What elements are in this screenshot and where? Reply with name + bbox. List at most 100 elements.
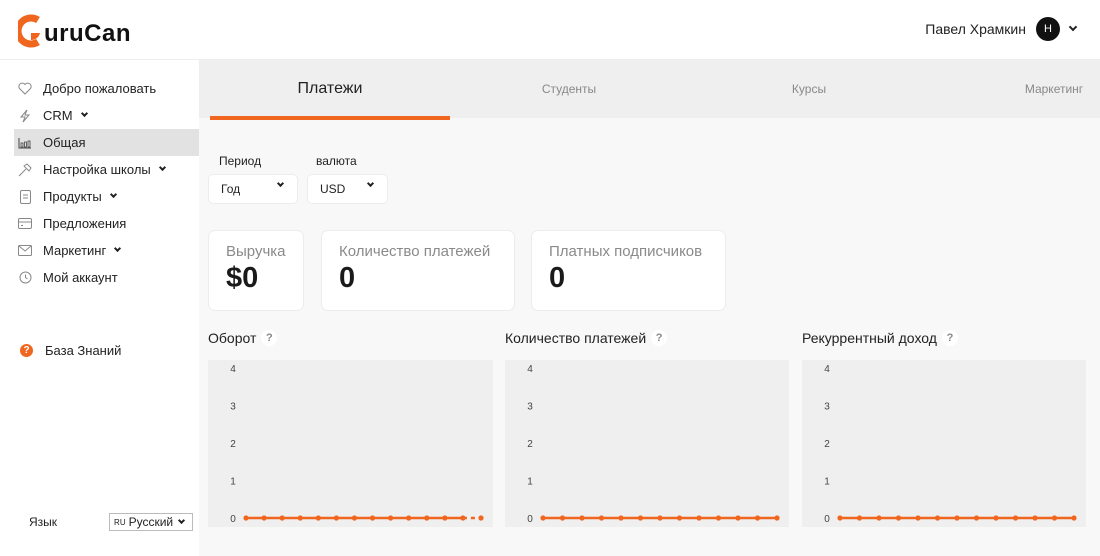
data-point[interactable] (442, 515, 448, 521)
chevron-down-icon (80, 109, 88, 118)
data-point[interactable] (954, 515, 960, 521)
data-point[interactable] (754, 515, 761, 521)
data-point[interactable] (243, 515, 249, 521)
help-circle-icon: ? (20, 344, 33, 357)
heart-icon (18, 82, 32, 96)
data-point[interactable] (540, 515, 546, 521)
data-point[interactable] (279, 515, 285, 521)
sidebar-item-general[interactable]: Общая (14, 129, 199, 156)
sidebar-item-label: CRM (43, 108, 73, 123)
chart-title-text: Оборот (208, 330, 257, 346)
language-select[interactable]: RU Русский (109, 513, 194, 531)
data-point[interactable] (774, 515, 780, 521)
data-point[interactable] (351, 515, 358, 521)
sidebar-item-label: Мой аккаунт (43, 270, 118, 285)
tab-payments[interactable]: Платежи (210, 60, 450, 120)
y-tick-label: 2 (230, 439, 236, 450)
y-tick-label: 2 (527, 439, 533, 450)
data-point[interactable] (559, 515, 566, 521)
chevron-down-icon (178, 516, 186, 524)
chevron-down-icon (276, 179, 285, 188)
chart-svg: 0 1 2 3 4 (230, 364, 484, 525)
sidebar-item-offers[interactable]: Предложения (14, 210, 199, 237)
sidebar-item-label: Предложения (43, 216, 127, 231)
data-point[interactable] (388, 515, 394, 521)
sidebar-item-my-account[interactable]: Мой аккаунт (14, 264, 199, 291)
sidebar-item-welcome[interactable]: Добро пожаловать (14, 75, 199, 102)
data-point[interactable] (478, 515, 484, 521)
data-point[interactable] (876, 515, 882, 521)
data-point[interactable] (715, 515, 722, 521)
data-point[interactable] (1071, 515, 1077, 521)
avatar[interactable]: Н (1036, 17, 1060, 41)
data-point[interactable] (369, 515, 376, 521)
chevron-down-icon (366, 179, 375, 188)
data-point[interactable] (735, 515, 741, 521)
y-tick-label: 1 (230, 477, 236, 488)
bar-chart-icon (18, 136, 32, 150)
chart-turnover: 0 1 2 3 4 (208, 360, 493, 527)
data-point[interactable] (315, 515, 321, 521)
payments-count-card: Количество платежей 0 (321, 230, 515, 311)
help-icon[interactable]: ? (261, 330, 278, 346)
language-code: RU (114, 517, 126, 527)
data-point[interactable] (915, 515, 921, 521)
knowledge-base-link[interactable]: ? База Знаний (20, 343, 121, 358)
data-point[interactable] (1032, 515, 1038, 521)
data-point[interactable] (261, 515, 267, 521)
tab-marketing[interactable]: Маркетинг (999, 60, 1100, 118)
help-icon[interactable]: ? (941, 330, 958, 346)
currency-value: USD (320, 182, 346, 196)
sidebar-item-crm[interactable]: CRM (14, 102, 199, 129)
data-point[interactable] (618, 515, 624, 521)
data-point[interactable] (1051, 515, 1058, 521)
stat-label: Выручка (226, 243, 286, 260)
sidebar-item-label: Продукты (43, 189, 102, 204)
logo[interactable]: uruCan (14, 14, 131, 48)
stat-value: 0 (549, 262, 566, 294)
revenue-card: Выручка $0 (208, 230, 304, 311)
data-point[interactable] (856, 515, 863, 521)
data-point[interactable] (579, 515, 585, 521)
period-select[interactable]: Год (208, 174, 298, 204)
help-icon[interactable]: ? (651, 330, 668, 346)
data-point[interactable] (676, 515, 683, 521)
data-point[interactable] (598, 515, 605, 521)
data-point[interactable] (406, 515, 412, 521)
currency-select[interactable]: USD (307, 174, 388, 204)
period-label: Период (219, 154, 262, 168)
data-point[interactable] (895, 515, 902, 521)
chart-payments-count: 0 1 2 3 4 (505, 360, 789, 527)
data-point[interactable] (424, 515, 430, 521)
tab-courses[interactable]: Курсы (729, 60, 889, 118)
data-point[interactable] (657, 515, 663, 521)
data-point[interactable] (993, 515, 999, 521)
logo-g-icon (14, 14, 42, 48)
data-point[interactable] (934, 515, 941, 521)
sidebar-item-products[interactable]: Продукты (14, 183, 199, 210)
chevron-down-icon (114, 244, 122, 253)
data-point[interactable] (297, 515, 303, 521)
sidebar-item-school-settings[interactable]: Настройка школы (14, 156, 199, 183)
y-tick-label: 3 (824, 402, 830, 413)
chevron-down-icon (158, 163, 166, 172)
data-point[interactable] (1012, 515, 1019, 521)
chart-title-text: Количество платежей (505, 330, 647, 346)
data-point[interactable] (837, 515, 843, 521)
language-label: Язык (29, 515, 58, 529)
chevron-down-icon[interactable] (1068, 22, 1078, 32)
sidebar-item-marketing[interactable]: Маркетинг (14, 237, 199, 264)
user-menu[interactable]: Павел Храмкин Н (925, 17, 1078, 41)
data-point[interactable] (460, 515, 466, 521)
tab-students[interactable]: Студенты (489, 60, 649, 118)
language-selector: Язык RU Русский (29, 513, 194, 531)
y-tick-label: 3 (527, 402, 533, 413)
data-point[interactable] (696, 515, 702, 521)
top-bar: uruCan Павел Храмкин Н (0, 0, 1100, 60)
currency-label: валюта (316, 154, 357, 168)
main-content: Платежи Студенты Курсы Маркетинг Период … (199, 60, 1100, 556)
data-point[interactable] (333, 515, 339, 521)
sidebar-nav: Добро пожаловать CRM Общая Настройка шко… (14, 75, 199, 291)
data-point[interactable] (973, 515, 980, 521)
data-point[interactable] (637, 515, 644, 521)
